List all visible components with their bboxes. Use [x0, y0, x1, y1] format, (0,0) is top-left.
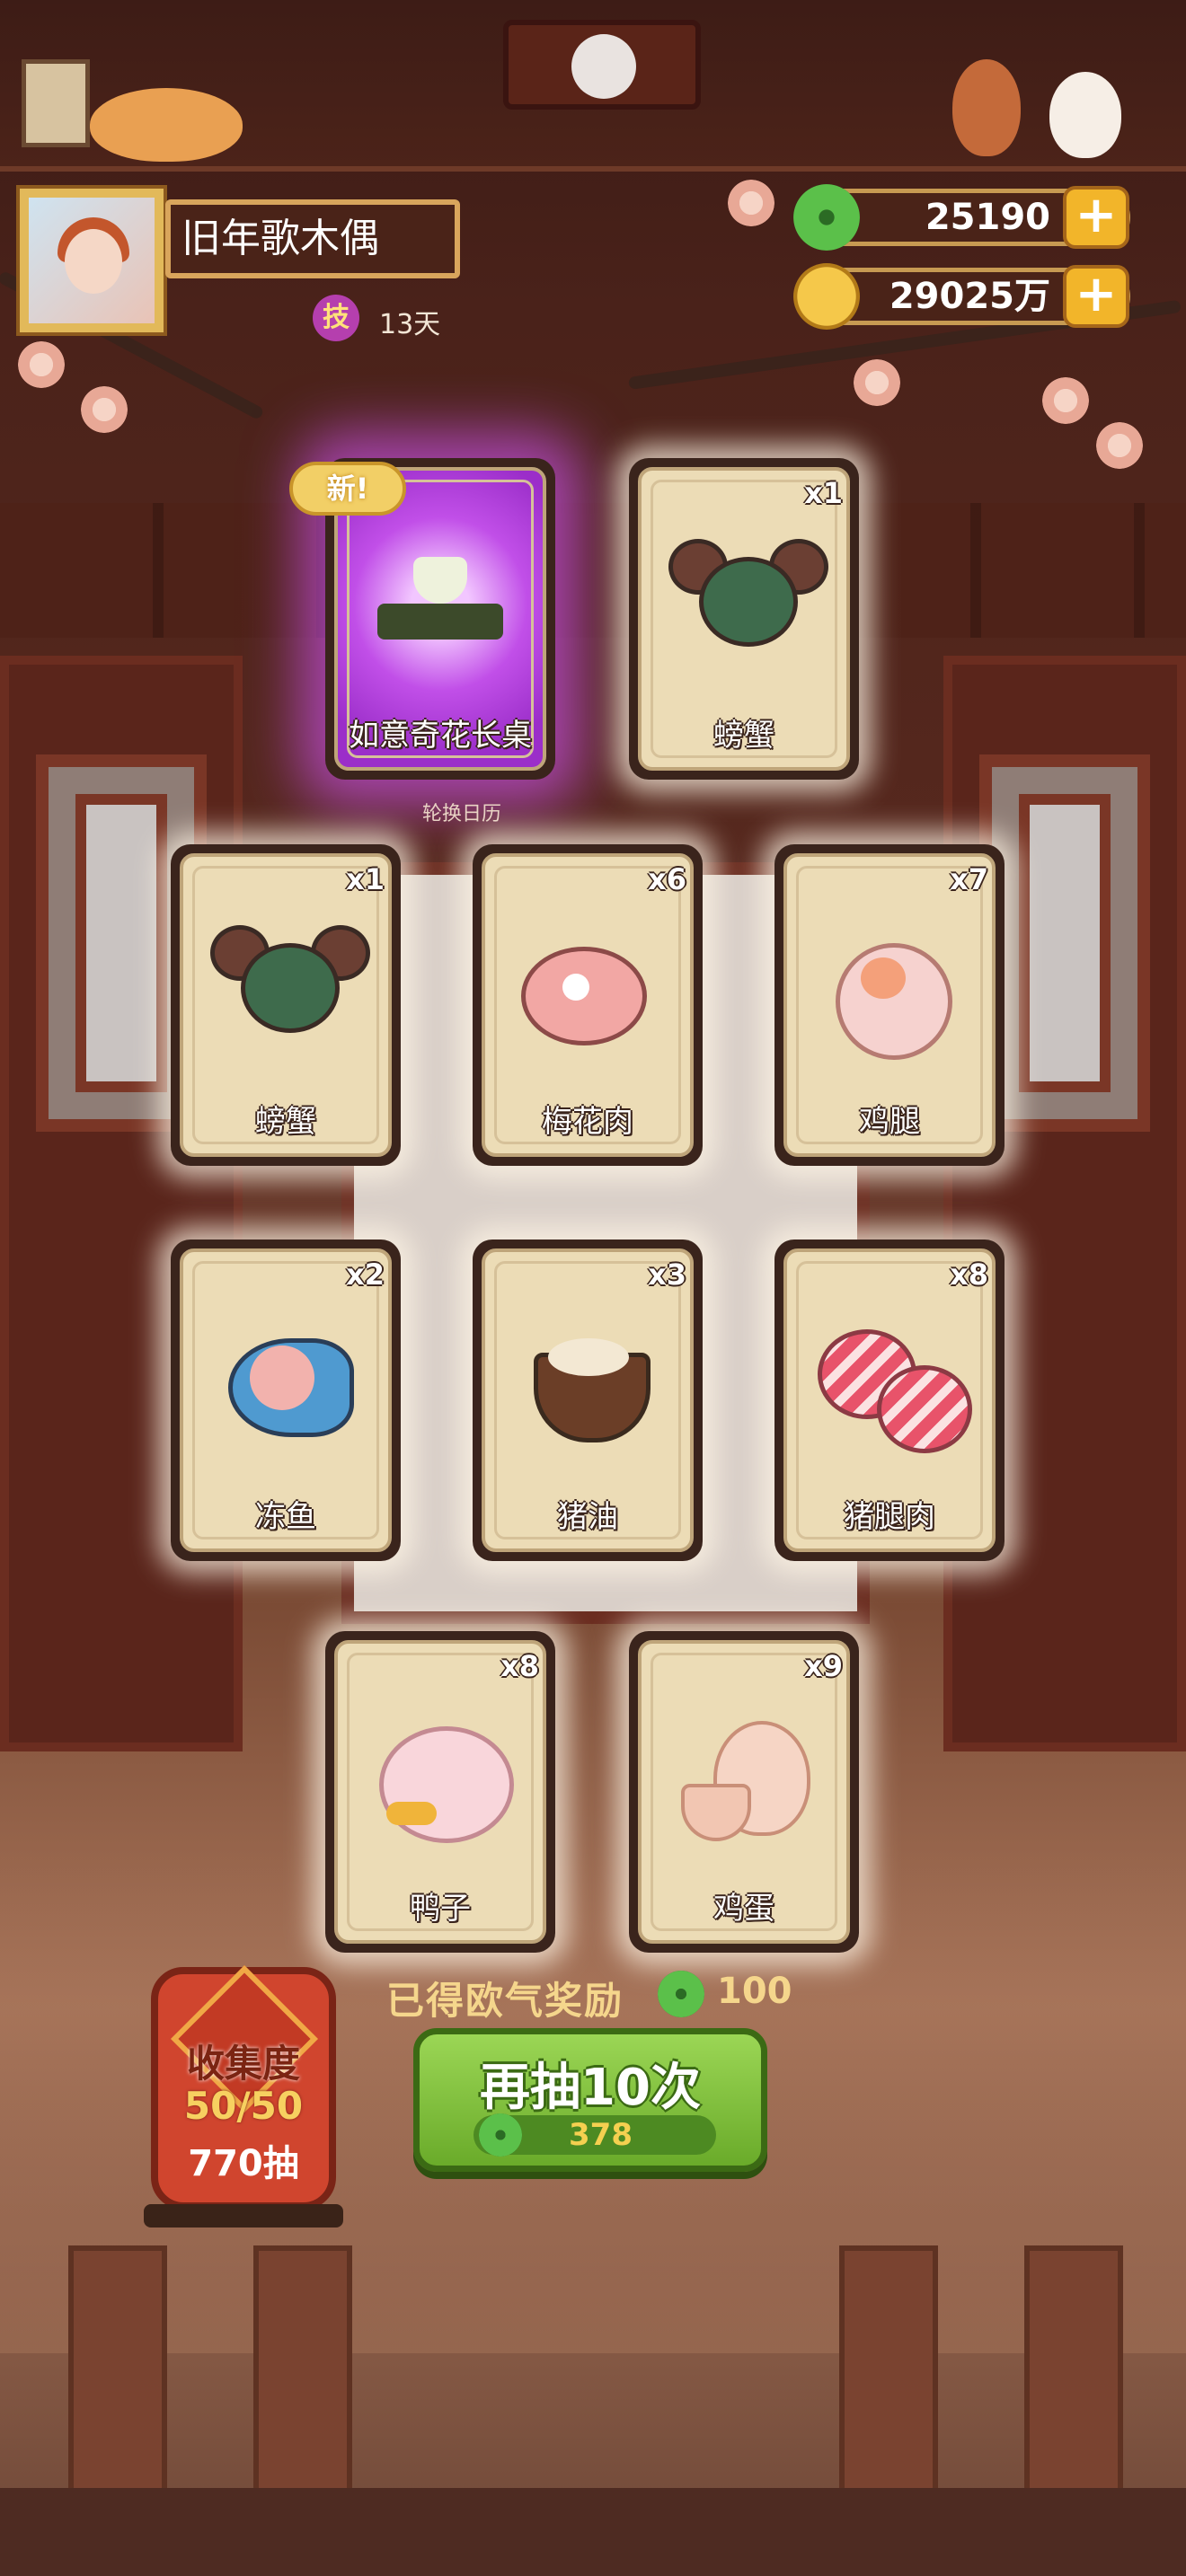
- fish-icon: [210, 1302, 361, 1455]
- avatar[interactable]: [20, 189, 164, 332]
- blossom-icon: [81, 386, 128, 433]
- new-badge: 新!: [289, 462, 406, 516]
- card-count: x1: [804, 476, 843, 510]
- blossom-icon: [728, 180, 774, 226]
- card-count: x3: [648, 1257, 686, 1292]
- card-label: 螃蟹: [255, 1104, 316, 1140]
- jade-coin-icon: [793, 184, 860, 251]
- card-label: 如意奇花长桌: [349, 718, 532, 754]
- duck-icon: [365, 1694, 516, 1847]
- card-count: x8: [500, 1649, 539, 1683]
- lattice-door-right: [943, 656, 1186, 1751]
- jade-currency: 25190 +: [793, 184, 1130, 251]
- cream-cat-icon: [1049, 72, 1121, 158]
- card-label: 猪油: [557, 1499, 618, 1535]
- gold-amount: 29025万: [889, 276, 1050, 317]
- skill-icon[interactable]: 技: [313, 295, 359, 341]
- reward-text: 已得欧气奖励: [386, 1979, 624, 2023]
- collection-title: 收集度: [186, 2042, 300, 2086]
- blossom-icon: [1042, 377, 1089, 424]
- card-frozen-fish[interactable]: x2 冻鱼: [171, 1239, 401, 1561]
- blossom-icon: [854, 359, 900, 406]
- gold-coin-icon: [793, 263, 860, 330]
- card-count: x8: [950, 1257, 988, 1292]
- card-crab[interactable]: x1 螃蟹: [629, 458, 859, 780]
- blossom-icon: [18, 341, 65, 388]
- card-count: x6: [648, 862, 686, 896]
- jade-coin-icon: [479, 2113, 522, 2157]
- card-duck[interactable]: x8 鸭子: [325, 1631, 555, 1953]
- add-jade-button[interactable]: +: [1063, 186, 1129, 249]
- lattice-door-left: [0, 656, 243, 1751]
- card-count: x1: [346, 862, 385, 896]
- fence-post: [68, 2245, 167, 2506]
- player-name[interactable]: 旧年歌木偶: [165, 199, 460, 278]
- lard-icon: [512, 1302, 663, 1455]
- gold-currency: 29025万 +: [793, 263, 1130, 330]
- egg-icon: [668, 1694, 819, 1847]
- blossom-icon: [1096, 422, 1143, 469]
- fence-post: [1024, 2245, 1123, 2506]
- tabby-cat-icon: [90, 88, 243, 162]
- crab-icon: [210, 907, 370, 1060]
- draw-ten-button[interactable]: 再抽10次 378: [413, 2028, 767, 2172]
- add-gold-button[interactable]: +: [1063, 265, 1129, 328]
- reward-value: 100: [717, 1971, 792, 2012]
- card-label: 猪腿肉: [844, 1499, 935, 1535]
- fence-post: [839, 2245, 938, 2506]
- drumstick-icon: [814, 907, 965, 1060]
- jade-amount: 25190: [925, 197, 1050, 238]
- note-board-icon: [22, 59, 90, 147]
- card-count: x2: [346, 1257, 385, 1292]
- card-label: 螃蟹: [713, 718, 774, 754]
- bottom-strip: [0, 2488, 1186, 2576]
- card-drumstick[interactable]: x7 鸡腿: [774, 844, 1005, 1166]
- card-label: 冻鱼: [255, 1499, 316, 1535]
- fence-post: [253, 2245, 352, 2506]
- pork-icon: [512, 907, 663, 1060]
- rotate-calendar-label[interactable]: 轮换日历: [422, 798, 501, 826]
- card-label: 鸭子: [410, 1891, 471, 1927]
- card-pork-leg[interactable]: x8 猪腿肉: [774, 1239, 1005, 1561]
- pork-leg-icon: [814, 1302, 972, 1455]
- card-new-table[interactable]: 如意奇花长桌 新!: [289, 458, 555, 780]
- crab-icon: [668, 521, 828, 674]
- skill-days-text: 13天: [379, 309, 441, 340]
- hanging-scroll: [503, 20, 701, 110]
- card-label: 鸡蛋: [713, 1891, 774, 1927]
- jade-coin-icon: [658, 1971, 704, 2017]
- draw-button-label: 再抽10次: [480, 2059, 701, 2117]
- card-label: 鸡腿: [859, 1104, 920, 1140]
- card-lard[interactable]: x3 猪油: [473, 1239, 703, 1561]
- card-egg[interactable]: x9 鸡蛋: [629, 1631, 859, 1953]
- table-icon: [365, 521, 516, 674]
- draw-cost: 378: [569, 2117, 633, 2153]
- card-pork[interactable]: x6 梅花肉: [473, 844, 703, 1166]
- collection-progress: 50/50: [183, 2084, 304, 2128]
- card-count: x7: [950, 862, 988, 896]
- lantern-stand: [144, 2204, 343, 2228]
- card-label: 梅花肉: [542, 1104, 633, 1140]
- collection-lantern[interactable]: 收集度 50/50 770抽: [151, 1964, 336, 2210]
- collection-draws: 770抽: [188, 2143, 299, 2184]
- card-crab[interactable]: x1 螃蟹: [171, 844, 401, 1166]
- shopkeeper-icon: [952, 59, 1021, 156]
- wall-panels: [0, 503, 1186, 638]
- card-count: x9: [804, 1649, 843, 1683]
